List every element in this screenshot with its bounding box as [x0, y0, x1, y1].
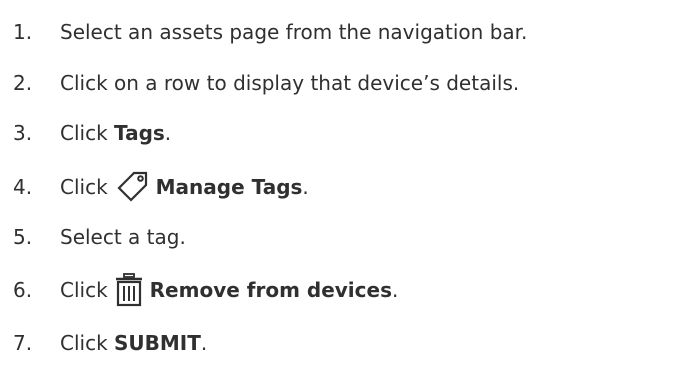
step-suffix: . [391, 278, 399, 302]
step-text: Click Manage Tags. [60, 169, 309, 205]
step-text: Click on a row to display that device’s … [60, 71, 520, 95]
trash-icon [114, 273, 144, 307]
tag-icon [114, 169, 150, 205]
step-5: 5. Select a tag. [0, 217, 186, 257]
step-number: 3. [13, 121, 33, 145]
remove-from-devices-label: Remove from devices [149, 278, 392, 302]
step-number: 6. [13, 278, 33, 302]
step-text: Select a tag. [60, 225, 186, 249]
step-number: 5. [13, 225, 33, 249]
step-text: Select an assets page from the navigatio… [60, 20, 528, 44]
step-3: 3. Click Tags. [0, 113, 171, 153]
tags-label: Tags [114, 121, 165, 145]
step-prefix: Click [60, 121, 115, 145]
step-text: Click Tags. [60, 121, 171, 145]
step-prefix: Click [60, 278, 108, 302]
step-number: 4. [13, 175, 33, 199]
step-suffix: . [200, 331, 208, 355]
step-4: 4. Click Manage Tags. [0, 167, 309, 207]
step-7: 7. Click SUBMIT. [0, 323, 207, 363]
submit-label: SUBMIT [114, 331, 201, 355]
step-6: 6. Click Remove from devices. [0, 270, 398, 310]
step-suffix: . [302, 175, 309, 199]
instruction-steps: 1. Select an assets page from the naviga… [0, 0, 695, 379]
step-text: Click Remove from devices. [60, 273, 398, 307]
step-prefix: Click [60, 175, 108, 199]
step-number: 7. [13, 331, 33, 355]
step-text: Click SUBMIT. [60, 331, 207, 355]
step-suffix: . [164, 121, 172, 145]
manage-tags-label: Manage Tags [155, 175, 303, 199]
step-number: 2. [13, 71, 33, 95]
step-number: 1. [13, 20, 33, 44]
step-1: 1. Select an assets page from the naviga… [0, 12, 527, 52]
step-2: 2. Click on a row to display that device… [0, 63, 519, 103]
step-prefix: Click [60, 331, 115, 355]
